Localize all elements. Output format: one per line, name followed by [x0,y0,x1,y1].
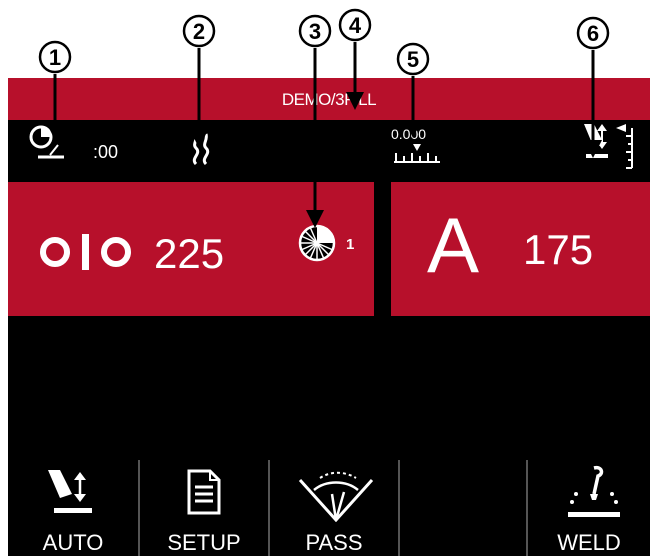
callout-2: 2 [182,14,216,48]
tab-auto-label: AUTO [42,530,104,555]
bottom-tab-bar: AUTO SETUP PASS WELD [8,460,650,556]
tab-empty[interactable] [400,460,528,556]
timer-icon [26,123,68,168]
tab-pass-label: PASS [305,530,363,555]
torch-height-icon [580,122,646,177]
document-icon [186,468,222,521]
torch-height-icon [46,468,106,525]
weld-pass-icon [296,470,376,527]
header-title: DEMO/3FILL [281,90,377,109]
wire-feed-icon [39,234,135,275]
tab-weld-label: WELD [557,530,621,555]
amperage-display[interactable]: A 175 [391,182,650,316]
tab-pass[interactable]: PASS [270,460,400,556]
callout-1: 1 [38,40,72,74]
callout-4: 4 [338,8,372,42]
callout-5: 5 [396,42,430,76]
scale-value: 0.000 [391,126,427,142]
tab-weld[interactable]: WELD [528,460,650,556]
tab-auto[interactable]: AUTO [8,460,140,556]
welding-torch-icon [564,464,624,525]
pass-number: 1 [346,236,355,253]
header-bar: DEMO/3FILL [8,78,650,120]
timer-value: :00 [93,142,119,162]
display-screen: DEMO/3FILL :00 0.000 225 1 A 175 AUTO SE… [8,78,650,556]
callout-6: 6 [576,16,610,50]
gas-flow-icon [188,132,214,171]
tab-setup-label: SETUP [167,530,241,555]
pass-dial-icon [296,222,338,269]
tab-setup[interactable]: SETUP [140,460,270,556]
amperage-value: 175 [523,226,594,273]
amperage-symbol: A [427,201,480,289]
wire-feed-value: 225 [154,230,225,277]
ruler-icon [392,142,442,169]
callout-3: 3 [298,14,332,48]
